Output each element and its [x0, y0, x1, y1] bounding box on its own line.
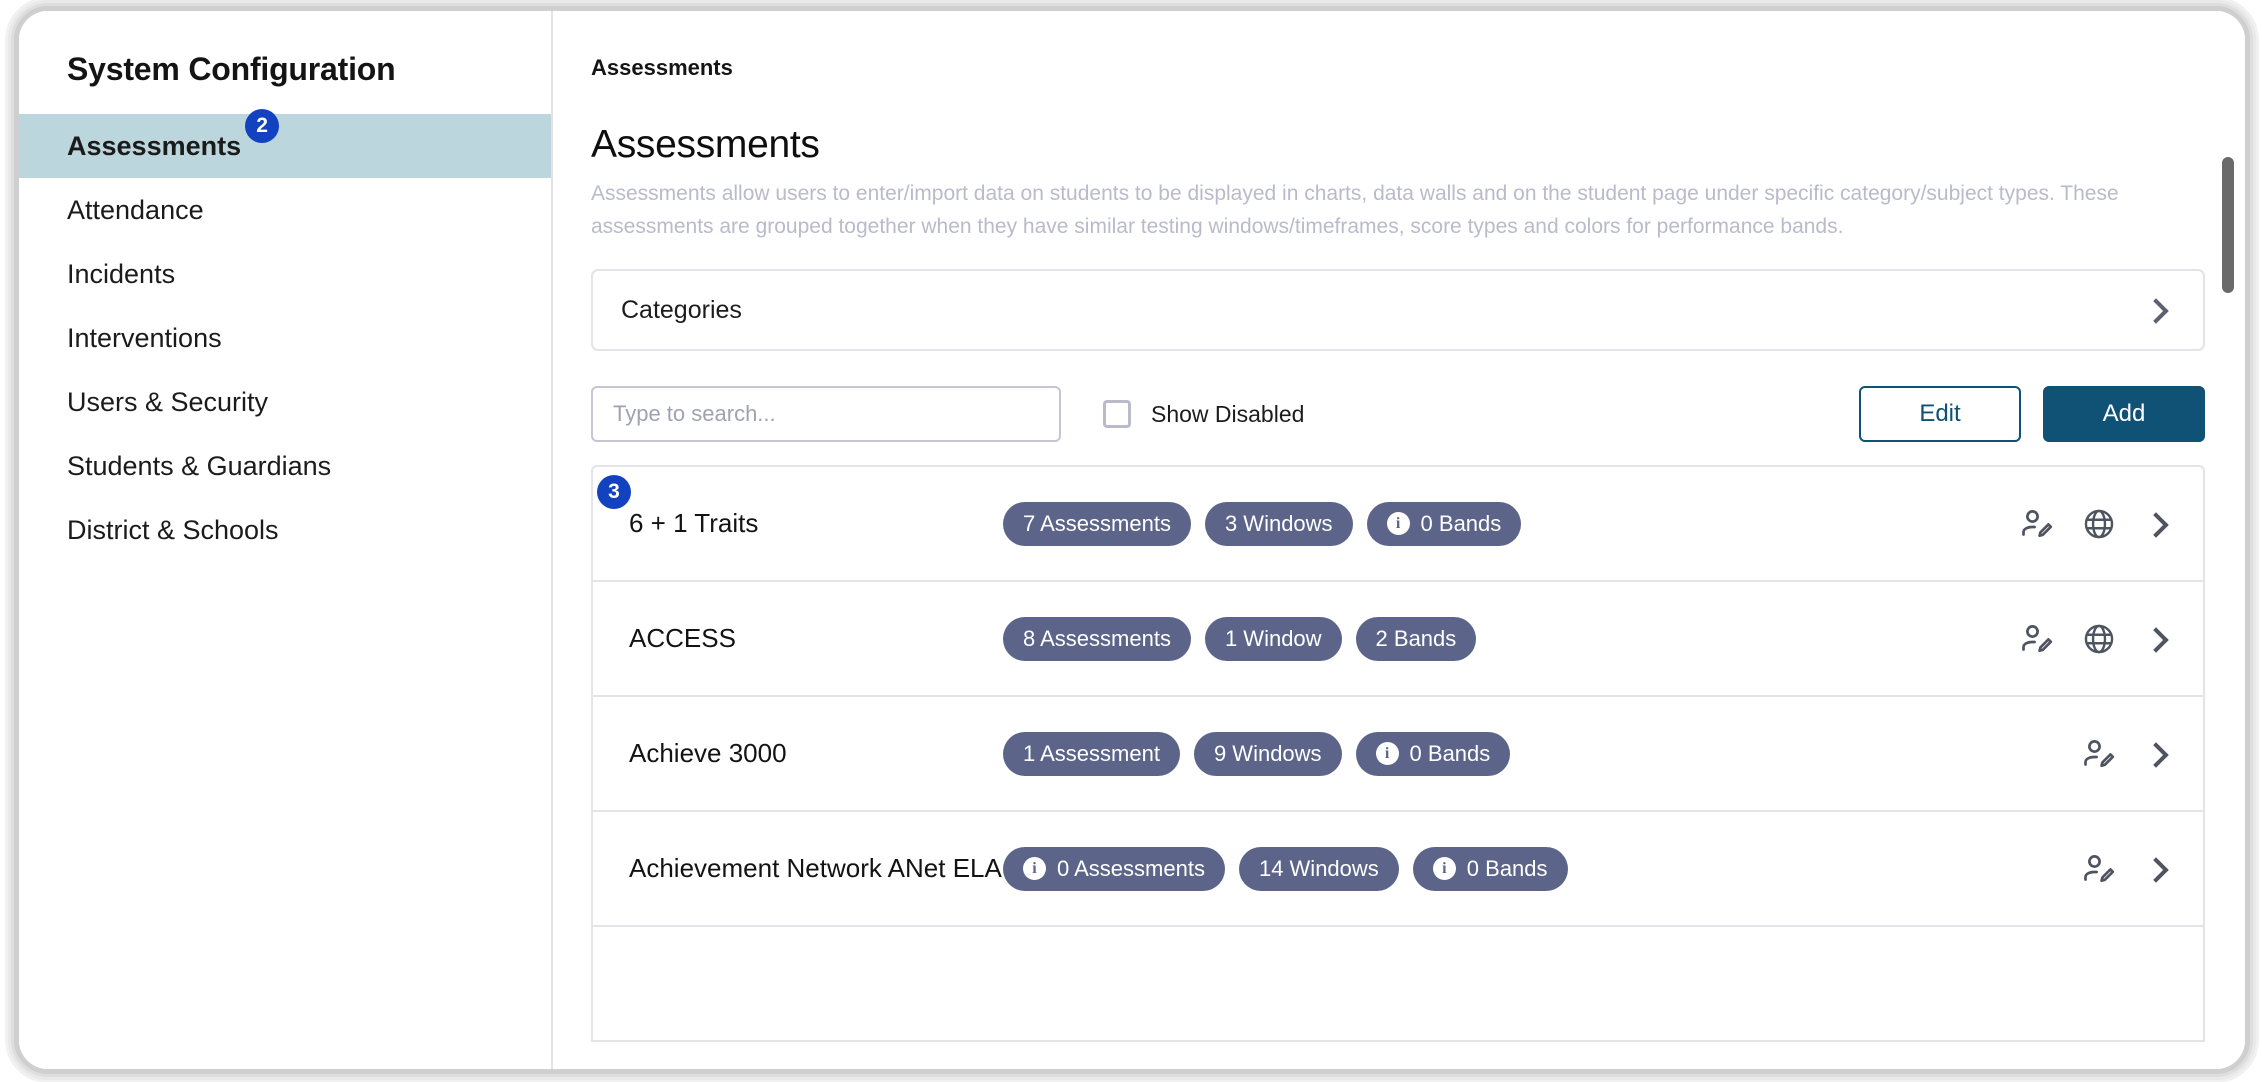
table-row[interactable]: Achievement Network ANet ELA & ... i 0 A…	[593, 812, 2203, 927]
page-description: Assessments allow users to enter/import …	[591, 182, 2119, 238]
assessment-name: 6 + 1 Traits	[629, 508, 759, 538]
chevron-right-icon[interactable]	[2143, 741, 2169, 767]
info-icon: i	[1023, 857, 1046, 880]
table-row[interactable]: Achieve 3000 1 Assessment 9 Windows i 0 …	[593, 697, 2203, 812]
assessment-name: ACCESS	[629, 623, 736, 653]
globe-icon[interactable]	[2081, 506, 2117, 542]
edit-button-label: Edit	[1919, 400, 1961, 427]
sidebar-nav: Assessments 2 Attendance Incidents Inter…	[19, 108, 551, 562]
chevron-right-icon[interactable]	[2143, 511, 2169, 537]
sidebar-item-label: Assessments	[67, 130, 242, 161]
sidebar-item-label: District & Schools	[67, 514, 279, 545]
sidebar: System Configuration Assessments 2 Atten…	[19, 11, 553, 1069]
sidebar-item-users-security[interactable]: Users & Security	[19, 370, 551, 434]
row-actions	[2019, 506, 2169, 542]
assessment-name: Achievement Network ANet ELA & ...	[629, 853, 1003, 883]
user-edit-icon[interactable]	[2019, 621, 2055, 657]
sidebar-item-label: Incidents	[67, 258, 176, 289]
table-row[interactable]	[593, 927, 2203, 1042]
sidebar-item-interventions[interactable]: Interventions	[19, 306, 551, 370]
application-window: System Configuration Assessments 2 Atten…	[14, 6, 2250, 1074]
sidebar-item-label: Students & Guardians	[67, 450, 332, 481]
list-toolbar: Show Disabled Edit Add	[591, 385, 2205, 443]
breadcrumb: Assessments	[591, 55, 733, 80]
main-content: Assessments Assessments Assessments allo…	[553, 11, 2245, 1069]
categories-row[interactable]: Categories	[593, 271, 2203, 349]
sidebar-title: System Configuration	[67, 51, 396, 87]
status-badge: 1 Assessment	[1003, 731, 1180, 776]
step-badge-2: 2	[245, 108, 280, 143]
table-row[interactable]: ACCESS 8 Assessments 1 Window 2 Bands	[593, 582, 2203, 697]
badge-label: 7 Assessments	[1023, 510, 1171, 536]
search-input[interactable]	[591, 386, 1061, 442]
scrollbar-thumb[interactable]	[2222, 157, 2234, 293]
assessment-list: 3 6 + 1 Traits 7 Assessments 3 Windows i…	[591, 465, 2205, 1042]
sidebar-item-label: Attendance	[67, 194, 204, 225]
page-title: Assessments	[591, 123, 820, 166]
badge-label: 1 Assessment	[1023, 740, 1160, 766]
sidebar-item-label: Users & Security	[67, 386, 269, 417]
badge-label: 14 Windows	[1258, 855, 1379, 881]
status-badge: 1 Window	[1204, 616, 1342, 661]
status-badge: i 0 Assessments	[1003, 846, 1225, 891]
show-disabled-label: Show Disabled	[1151, 400, 1305, 427]
show-disabled-checkbox[interactable]	[1103, 400, 1131, 428]
badge-label: 8 Assessments	[1023, 625, 1171, 651]
chevron-right-icon[interactable]	[2143, 856, 2169, 882]
badge-label: 2 Bands	[1375, 625, 1457, 651]
table-row[interactable]: 6 + 1 Traits 7 Assessments 3 Windows i 0…	[593, 467, 2203, 582]
info-icon: i	[1375, 742, 1399, 765]
badge-label: 9 Windows	[1213, 740, 1322, 766]
badge-label: 0 Bands	[1420, 510, 1502, 536]
status-badge: i 0 Bands	[1366, 501, 1522, 546]
badge-group: i 0 Assessments 14 Windows i 0 Bands	[1003, 846, 2081, 891]
chevron-right-icon[interactable]	[2143, 626, 2169, 652]
chevron-right-icon	[2143, 297, 2169, 323]
status-badge: 8 Assessments	[1003, 616, 1191, 661]
info-icon: i	[1432, 857, 1456, 880]
badge-group: 1 Assessment 9 Windows i 0 Bands	[1003, 731, 2081, 776]
row-actions	[2019, 621, 2169, 657]
vertical-scrollbar[interactable]	[2220, 11, 2236, 1069]
status-badge: 2 Bands	[1355, 616, 1477, 661]
sidebar-item-label: Interventions	[67, 322, 222, 353]
badge-label: 0 Bands	[1409, 740, 1491, 766]
edit-button[interactable]: Edit	[1859, 386, 2021, 442]
sidebar-item-district-schools[interactable]: District & Schools	[19, 498, 551, 562]
info-icon: i	[1386, 512, 1410, 535]
content-scroll-area: Assessments Assessments allow users to e…	[553, 97, 2245, 1069]
badge-label: 0 Assessments	[1057, 855, 1205, 881]
globe-icon[interactable]	[2081, 621, 2117, 657]
step-badge-3: 3	[597, 475, 631, 509]
assessment-name: Achieve 3000	[629, 738, 787, 768]
sidebar-item-students-guardians[interactable]: Students & Guardians	[19, 434, 551, 498]
row-actions	[2081, 851, 2169, 887]
badge-group: 8 Assessments 1 Window 2 Bands	[1003, 616, 2019, 661]
user-edit-icon[interactable]	[2019, 506, 2055, 542]
badge-label: 0 Bands	[1466, 855, 1548, 881]
row-actions	[2081, 736, 2169, 772]
badge-label: 3 Windows	[1224, 510, 1333, 536]
badge-label: 1 Window	[1224, 625, 1322, 651]
sidebar-item-incidents[interactable]: Incidents	[19, 242, 551, 306]
add-button[interactable]: Add	[2043, 386, 2205, 442]
status-badge: 7 Assessments	[1003, 501, 1191, 546]
sidebar-item-attendance[interactable]: Attendance	[19, 178, 551, 242]
badge-group: 7 Assessments 3 Windows i 0 Bands	[1003, 501, 2019, 546]
add-button-label: Add	[2102, 400, 2146, 427]
categories-label: Categories	[621, 295, 742, 324]
user-edit-icon[interactable]	[2081, 851, 2117, 887]
status-badge: 3 Windows	[1204, 501, 1353, 546]
status-badge: 14 Windows	[1238, 846, 1399, 891]
categories-panel: Categories	[591, 269, 2205, 351]
show-disabled-toggle[interactable]: Show Disabled	[1103, 400, 1304, 428]
page-root: System Configuration Assessments 2 Atten…	[19, 11, 2245, 1069]
sidebar-item-assessments[interactable]: Assessments 2	[19, 108, 551, 178]
status-badge: 9 Windows	[1193, 731, 1342, 776]
user-edit-icon[interactable]	[2081, 736, 2117, 772]
status-badge: i 0 Bands	[1355, 731, 1511, 776]
status-badge: i 0 Bands	[1412, 846, 1568, 891]
